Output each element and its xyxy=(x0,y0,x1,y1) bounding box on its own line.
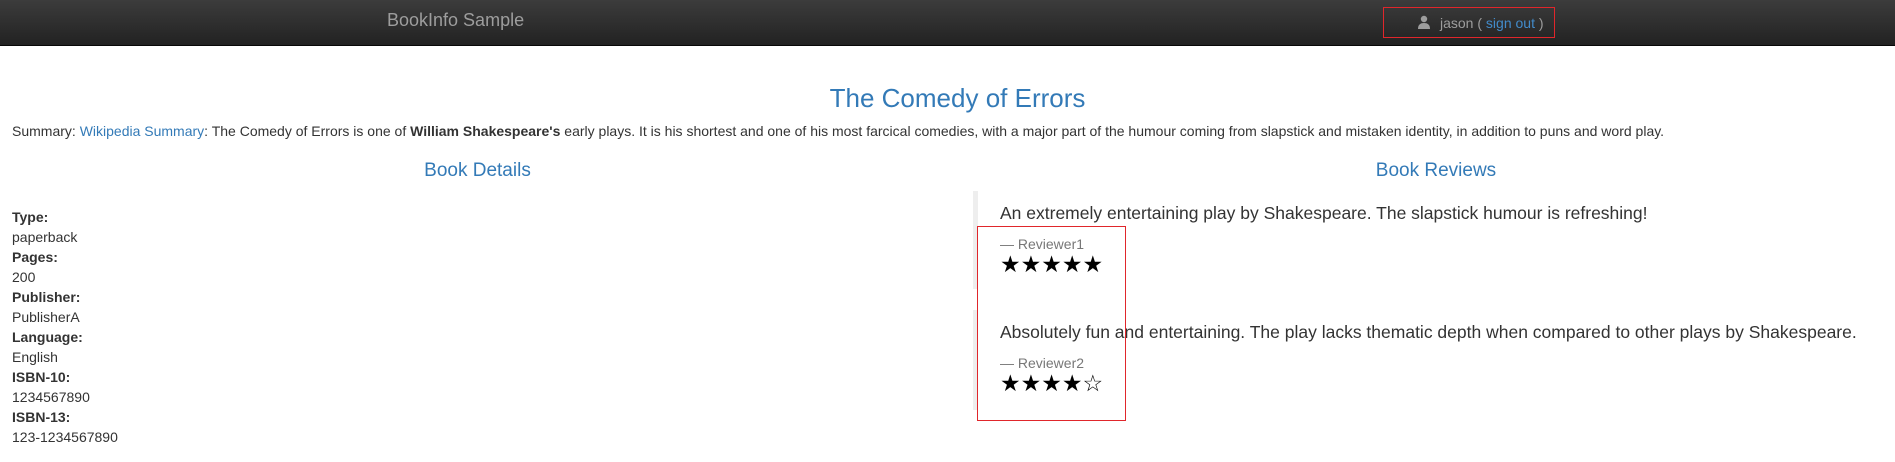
top-navbar: BookInfo Sample jason ( sign out ) xyxy=(0,0,1895,46)
isbn10-label: ISBN-10: xyxy=(12,369,71,385)
isbn13-value: 123-1234567890 xyxy=(12,429,118,445)
isbn13-label: ISBN-13: xyxy=(12,409,71,425)
book-reviews-heading: Book Reviews xyxy=(1375,160,1497,181)
username: jason xyxy=(1440,14,1474,31)
summary-prefix: Summary: xyxy=(12,123,80,139)
book-details-heading: Book Details xyxy=(424,160,531,181)
reviewer-name: — Reviewer1 xyxy=(1000,236,1085,252)
review-1: An extremely entertaining play by Shakes… xyxy=(973,191,1893,289)
sign-out-link[interactable]: sign out xyxy=(1486,15,1535,31)
pages-value: 200 xyxy=(12,269,36,285)
wikipedia-summary-link[interactable]: Wikipedia Summary xyxy=(80,123,204,139)
isbn10-value: 1234567890 xyxy=(12,389,90,405)
book-title: The Comedy of Errors xyxy=(829,83,1086,113)
language-label: Language: xyxy=(12,329,83,345)
star-rating: ★★★★★ xyxy=(1000,252,1104,278)
close-paren: ) xyxy=(1538,14,1544,31)
review-text: An extremely entertaining play by Shakes… xyxy=(1000,203,1648,223)
brand-link[interactable]: BookInfo Sample xyxy=(387,10,524,30)
star-rating: ★★★★☆ xyxy=(1000,371,1104,397)
publisher-label: Publisher: xyxy=(12,289,81,305)
type-label: Type: xyxy=(12,209,49,225)
summary-text-1: : The Comedy of Errors is one of xyxy=(204,123,411,139)
language-value: English xyxy=(12,349,58,365)
review-text: Absolutely fun and entertaining. The pla… xyxy=(1000,322,1857,342)
summary-author: William Shakespeare's xyxy=(410,123,561,139)
publisher-value: PublisherA xyxy=(12,309,80,325)
user-menu: jason ( sign out ) xyxy=(1383,7,1555,38)
reviewer-name: — Reviewer2 xyxy=(1000,355,1085,371)
book-details-list: Type: paperback Pages: 200 Publisher: Pu… xyxy=(12,207,118,447)
summary-text-2: early plays. It is his shortest and one … xyxy=(560,123,1665,139)
user-icon xyxy=(1418,15,1430,29)
open-paren: ( xyxy=(1477,14,1483,31)
type-value: paperback xyxy=(12,229,78,245)
book-summary: Summary: Wikipedia Summary: The Comedy o… xyxy=(12,123,1892,140)
pages-label: Pages: xyxy=(12,249,58,265)
review-2: Absolutely fun and entertaining. The pla… xyxy=(973,310,1893,410)
